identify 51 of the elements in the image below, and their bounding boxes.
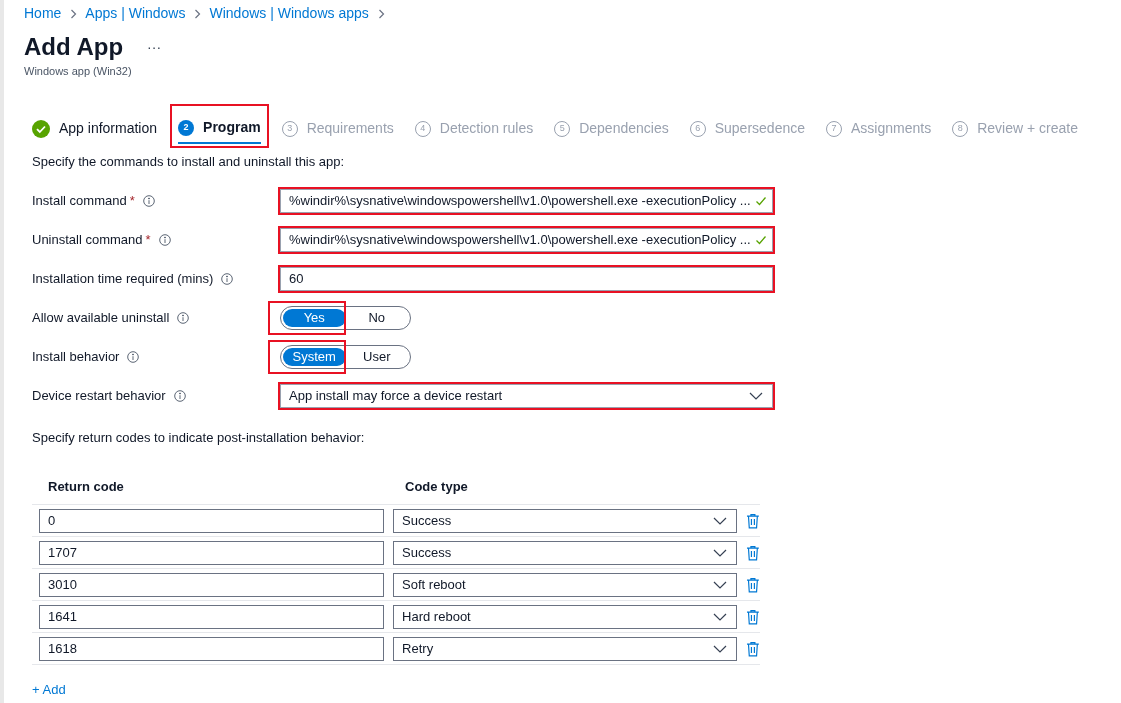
field-label: Install behavior (32, 348, 120, 367)
dropdown[interactable]: Success (393, 540, 738, 565)
trash-icon[interactable] (746, 608, 760, 625)
dropdown[interactable]: Hard reboot (393, 604, 738, 629)
breadcrumb-link[interactable]: Windows | Windows apps (209, 3, 369, 24)
info-icon[interactable] (177, 312, 190, 324)
info-icon[interactable] (173, 390, 186, 402)
trash-icon[interactable] (746, 512, 760, 529)
section-intro: Specify the commands to install and uninstall this app: (32, 152, 346, 171)
add-link[interactable]: + Add (32, 680, 66, 700)
required-asterisk: * (129, 192, 135, 211)
dropdown[interactable]: Success (393, 508, 738, 533)
info-icon[interactable] (127, 351, 140, 363)
toggle-option[interactable]: No (345, 309, 408, 327)
field-label: Device restart behavior (32, 387, 166, 406)
info-icon[interactable] (142, 195, 155, 207)
info-icon[interactable] (221, 273, 234, 285)
toggle-option[interactable]: Yes (283, 309, 346, 327)
field-label: Uninstall command (32, 231, 143, 250)
text-field[interactable]: 0 (39, 508, 385, 533)
text-field[interactable]: 1618 (39, 636, 385, 661)
field-label: Allow available uninstall (32, 309, 170, 328)
text-field[interactable]: 1707 (39, 540, 385, 565)
text-field[interactable]: %windir%\sysnative\windowspowershell\v1.0\powershell.exe -executionPolicy ... (280, 189, 773, 213)
trash-icon[interactable] (746, 576, 760, 593)
trash-icon[interactable] (746, 544, 760, 561)
wizard-step[interactable]: 2 Program (178, 113, 261, 144)
toggle-option[interactable]: System (283, 348, 346, 366)
required-asterisk: * (145, 231, 151, 250)
page-subtitle: Windows app (Win32) (24, 64, 133, 79)
text-field[interactable]: 60 (280, 267, 773, 291)
step-number: 2 (178, 119, 195, 136)
column-header: Code type (405, 477, 468, 496)
section-intro: Specify return codes to indicate post-installation behavior: (32, 429, 366, 447)
breadcrumb-link[interactable]: Apps | Windows (85, 3, 186, 24)
column-header: Return code (48, 477, 125, 496)
breadcrumb-link[interactable]: Home (24, 3, 62, 24)
dropdown[interactable]: Soft reboot (393, 572, 738, 597)
info-icon[interactable] (158, 234, 171, 246)
field-label: Install command (32, 192, 127, 211)
field-label: Installation time required (mins) (32, 270, 214, 289)
page-title: Add App (24, 33, 124, 61)
trash-icon[interactable] (746, 640, 760, 657)
toggle-option[interactable]: User (345, 348, 408, 366)
text-field[interactable]: 1641 (39, 604, 385, 629)
dropdown[interactable]: App install may force a device restart (280, 384, 773, 408)
wizard-step[interactable]: App information (32, 113, 158, 144)
text-field[interactable]: 3010 (39, 572, 385, 597)
more-button[interactable]: ··· (147, 36, 162, 58)
dropdown[interactable]: Retry (393, 636, 738, 661)
text-field[interactable]: %windir%\sysnative\windowspowershell\v1.0\powershell.exe -executionPolicy ... (280, 228, 773, 252)
